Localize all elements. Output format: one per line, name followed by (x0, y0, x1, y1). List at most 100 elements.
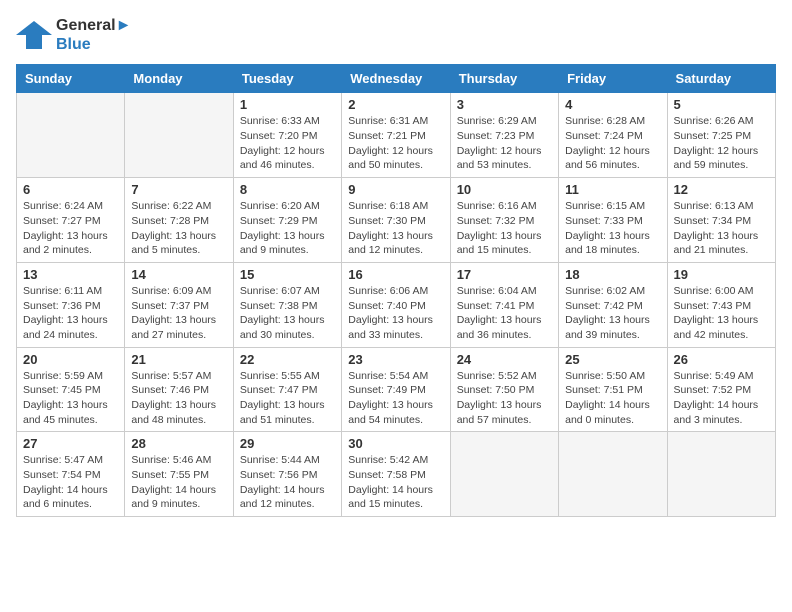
day-number: 21 (131, 352, 226, 367)
day-number: 22 (240, 352, 335, 367)
day-info: Sunrise: 6:26 AMSunset: 7:25 PMDaylight:… (674, 114, 769, 173)
day-info: Sunrise: 6:28 AMSunset: 7:24 PMDaylight:… (565, 114, 660, 173)
calendar-day-cell: 19 Sunrise: 6:00 AMSunset: 7:43 PMDayligh… (667, 262, 775, 347)
calendar-day-cell: 6 Sunrise: 6:24 AMSunset: 7:27 PMDaylight… (17, 178, 125, 263)
calendar-day-cell: 11 Sunrise: 6:15 AMSunset: 7:33 PMDayligh… (559, 178, 667, 263)
day-info: Sunrise: 5:42 AMSunset: 7:58 PMDaylight:… (348, 453, 443, 512)
day-number: 7 (131, 182, 226, 197)
day-number: 27 (23, 436, 118, 451)
day-number: 29 (240, 436, 335, 451)
calendar-day-cell: 27 Sunrise: 5:47 AMSunset: 7:54 PMDayligh… (17, 432, 125, 517)
day-info: Sunrise: 6:31 AMSunset: 7:21 PMDaylight:… (348, 114, 443, 173)
day-number: 14 (131, 267, 226, 282)
day-number: 26 (674, 352, 769, 367)
day-number: 20 (23, 352, 118, 367)
calendar-day-cell: 14 Sunrise: 6:09 AMSunset: 7:37 PMDayligh… (125, 262, 233, 347)
day-number: 18 (565, 267, 660, 282)
day-info: Sunrise: 5:44 AMSunset: 7:56 PMDaylight:… (240, 453, 335, 512)
calendar-week-row: 20 Sunrise: 5:59 AMSunset: 7:45 PMDayligh… (17, 347, 776, 432)
day-info: Sunrise: 6:24 AMSunset: 7:27 PMDaylight:… (23, 199, 118, 258)
calendar-day-cell: 10Sunrise: 6:16 AMSunset: 7:32 PMDayligh… (450, 178, 558, 263)
calendar-week-row: 1 Sunrise: 6:33 AMSunset: 7:20 PMDaylight… (17, 93, 776, 178)
calendar-day-cell: 1 Sunrise: 6:33 AMSunset: 7:20 PMDaylight… (233, 93, 341, 178)
calendar-week-row: 13 Sunrise: 6:11 AMSunset: 7:36 PMDayligh… (17, 262, 776, 347)
calendar-day-cell: 3Sunrise: 6:29 AMSunset: 7:23 PMDaylight… (450, 93, 558, 178)
calendar-day-cell: 25 Sunrise: 5:50 AMSunset: 7:51 PMDayligh… (559, 347, 667, 432)
calendar-day-cell: 7 Sunrise: 6:22 AMSunset: 7:28 PMDaylight… (125, 178, 233, 263)
day-info: Sunrise: 6:33 AMSunset: 7:20 PMDaylight:… (240, 114, 335, 173)
day-of-week-header: Monday (125, 65, 233, 93)
day-of-week-header: Friday (559, 65, 667, 93)
day-of-week-header: Saturday (667, 65, 775, 93)
calendar-day-cell: 15 Sunrise: 6:07 AMSunset: 7:38 PMDayligh… (233, 262, 341, 347)
page-header: General►Blue (16, 16, 776, 54)
calendar-day-cell: 12Sunrise: 6:13 AMSunset: 7:34 PMDayligh… (667, 178, 775, 263)
day-of-week-header: Thursday (450, 65, 558, 93)
calendar-day-cell (125, 93, 233, 178)
day-info: Sunrise: 6:06 AMSunset: 7:40 PMDaylight:… (348, 284, 443, 343)
day-info: Sunrise: 5:52 AMSunset: 7:50 PMDaylight:… (457, 369, 552, 428)
calendar-day-cell: 20 Sunrise: 5:59 AMSunset: 7:45 PMDayligh… (17, 347, 125, 432)
day-number: 15 (240, 267, 335, 282)
day-number: 17 (457, 267, 552, 282)
day-number: 11 (565, 182, 660, 197)
calendar-day-cell: 5 Sunrise: 6:26 AMSunset: 7:25 PMDaylight… (667, 93, 775, 178)
calendar-day-cell (450, 432, 558, 517)
calendar-day-cell: 28 Sunrise: 5:46 AMSunset: 7:55 PMDayligh… (125, 432, 233, 517)
day-number: 4 (565, 97, 660, 112)
day-number: 25 (565, 352, 660, 367)
day-number: 6 (23, 182, 118, 197)
day-of-week-header: Wednesday (342, 65, 450, 93)
calendar-day-cell (17, 93, 125, 178)
day-info: Sunrise: 5:57 AMSunset: 7:46 PMDaylight:… (131, 369, 226, 428)
day-info: Sunrise: 6:04 AMSunset: 7:41 PMDaylight:… (457, 284, 552, 343)
day-number: 16 (348, 267, 443, 282)
day-info: Sunrise: 5:50 AMSunset: 7:51 PMDaylight:… (565, 369, 660, 428)
calendar-week-row: 6 Sunrise: 6:24 AMSunset: 7:27 PMDaylight… (17, 178, 776, 263)
day-info: Sunrise: 6:13 AMSunset: 7:34 PMDaylight:… (674, 199, 769, 258)
day-number: 1 (240, 97, 335, 112)
day-info: Sunrise: 6:22 AMSunset: 7:28 PMDaylight:… (131, 199, 226, 258)
calendar-day-cell: 24 Sunrise: 5:52 AMSunset: 7:50 PMDayligh… (450, 347, 558, 432)
calendar-day-cell: 13 Sunrise: 6:11 AMSunset: 7:36 PMDayligh… (17, 262, 125, 347)
calendar-day-cell: 23 Sunrise: 5:54 AMSunset: 7:49 PMDayligh… (342, 347, 450, 432)
day-of-week-header: Sunday (17, 65, 125, 93)
calendar-day-cell (667, 432, 775, 517)
day-info: Sunrise: 6:11 AMSunset: 7:36 PMDaylight:… (23, 284, 118, 343)
calendar-day-cell: 2 Sunrise: 6:31 AMSunset: 7:21 PMDaylight… (342, 93, 450, 178)
day-number: 28 (131, 436, 226, 451)
day-info: Sunrise: 5:54 AMSunset: 7:49 PMDaylight:… (348, 369, 443, 428)
day-info: Sunrise: 6:02 AMSunset: 7:42 PMDaylight:… (565, 284, 660, 343)
calendar-day-cell: 17 Sunrise: 6:04 AMSunset: 7:41 PMDayligh… (450, 262, 558, 347)
day-info: Sunrise: 5:47 AMSunset: 7:54 PMDaylight:… (23, 453, 118, 512)
day-number: 2 (348, 97, 443, 112)
calendar-header-row: SundayMondayTuesdayWednesdayThursdayFrid… (17, 65, 776, 93)
day-number: 10 (457, 182, 552, 197)
calendar-day-cell: 22 Sunrise: 5:55 AMSunset: 7:47 PMDayligh… (233, 347, 341, 432)
day-number: 13 (23, 267, 118, 282)
day-info: Sunrise: 6:15 AMSunset: 7:33 PMDaylight:… (565, 199, 660, 258)
calendar-day-cell: 8 Sunrise: 6:20 AMSunset: 7:29 PMDaylight… (233, 178, 341, 263)
day-info: Sunrise: 6:20 AMSunset: 7:29 PMDaylight:… (240, 199, 335, 258)
calendar-day-cell: 29 Sunrise: 5:44 AMSunset: 7:56 PMDayligh… (233, 432, 341, 517)
day-info: Sunrise: 6:29 AMSunset: 7:23 PMDaylight:… (457, 114, 552, 173)
day-number: 23 (348, 352, 443, 367)
calendar-day-cell: 18 Sunrise: 6:02 AMSunset: 7:42 PMDayligh… (559, 262, 667, 347)
day-info: Sunrise: 6:07 AMSunset: 7:38 PMDaylight:… (240, 284, 335, 343)
day-number: 24 (457, 352, 552, 367)
day-info: Sunrise: 6:00 AMSunset: 7:43 PMDaylight:… (674, 284, 769, 343)
day-info: Sunrise: 5:55 AMSunset: 7:47 PMDaylight:… (240, 369, 335, 428)
day-info: Sunrise: 5:46 AMSunset: 7:55 PMDaylight:… (131, 453, 226, 512)
logo: General►Blue (16, 16, 131, 54)
calendar-day-cell: 9Sunrise: 6:18 AMSunset: 7:30 PMDaylight… (342, 178, 450, 263)
day-number: 5 (674, 97, 769, 112)
calendar-day-cell: 21 Sunrise: 5:57 AMSunset: 7:46 PMDayligh… (125, 347, 233, 432)
day-info: Sunrise: 6:09 AMSunset: 7:37 PMDaylight:… (131, 284, 226, 343)
day-number: 8 (240, 182, 335, 197)
calendar-table: SundayMondayTuesdayWednesdayThursdayFrid… (16, 64, 776, 517)
day-info: Sunrise: 5:59 AMSunset: 7:45 PMDaylight:… (23, 369, 118, 428)
day-of-week-header: Tuesday (233, 65, 341, 93)
day-number: 19 (674, 267, 769, 282)
day-number: 9 (348, 182, 443, 197)
calendar-week-row: 27 Sunrise: 5:47 AMSunset: 7:54 PMDayligh… (17, 432, 776, 517)
